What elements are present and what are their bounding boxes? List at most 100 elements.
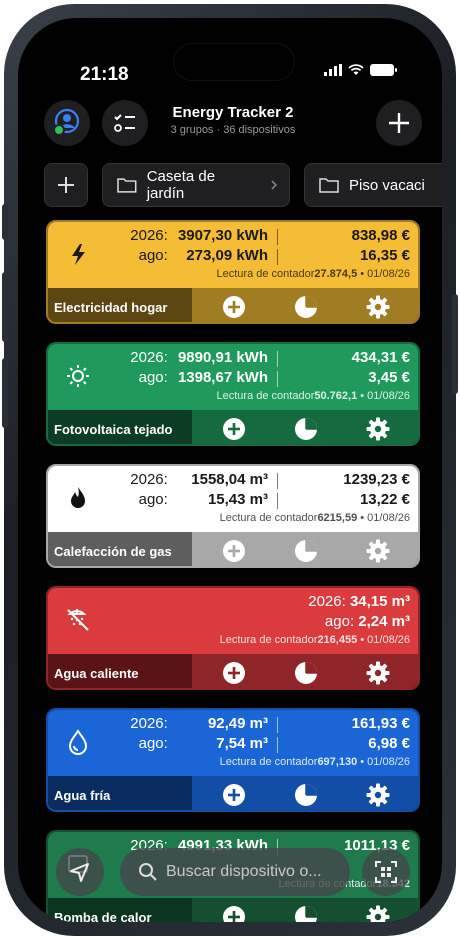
month-label: ago: — [324, 613, 355, 630]
month-consumption: 2,24 m³ — [358, 613, 410, 630]
month-consumption: 273,09 kWh — [186, 247, 268, 264]
add-reading-icon[interactable] — [222, 539, 246, 563]
shower-icon — [67, 609, 89, 631]
add-device-button[interactable] — [376, 100, 422, 146]
meter-value: 50.762,1 — [314, 390, 358, 402]
app-header: Energy Tracker 2 3 grupos · 36 dispositi… — [18, 92, 442, 152]
status-icons — [324, 64, 397, 76]
year-cost: 838,98 € — [351, 227, 410, 244]
device-card[interactable]: 2026: 1558,04 m³ 1239,23 € ago: 15,43 m³ 13… — [46, 464, 420, 568]
pie-chart-icon[interactable] — [294, 661, 318, 685]
year-consumption: 34,15 m³ — [349, 593, 410, 610]
checklist-button[interactable] — [102, 100, 148, 146]
gear-icon[interactable] — [366, 417, 390, 441]
meter-label: Lectura de contador — [219, 512, 318, 524]
meter-date: • 01/08/26 — [357, 512, 410, 524]
add-group-button[interactable] — [44, 163, 88, 207]
year-row: 2026: 34,15 m³ — [308, 593, 410, 610]
device-card[interactable]: 2026: 92,49 m³ 161,93 € ago: 7,54 m³ 6,98 €… — [46, 708, 420, 812]
group-pill-piso[interactable]: Piso vacaci — [304, 163, 442, 207]
card-summary: 2026: 1558,04 m³ 1239,23 € ago: 15,43 m³ 13… — [48, 466, 418, 532]
device-name: Fotovoltaica tejado — [48, 410, 192, 444]
card-summary: 2026: 92,49 m³ 161,93 € ago: 7,54 m³ 6,98 €… — [48, 710, 418, 776]
year-label: 2026: — [130, 227, 168, 244]
device-card[interactable]: 2026: 34,15 m³ ago: 2,24 m³ Lectura de con… — [46, 586, 420, 690]
gear-icon[interactable] — [366, 661, 390, 685]
meter-value: 216,455 — [317, 634, 358, 646]
device-name: Calefacción de gas — [48, 532, 192, 566]
year-row: 2026: 92,49 m³ — [130, 715, 268, 732]
qr-scan-button[interactable] — [362, 848, 410, 896]
year-cost: 161,93 € — [351, 715, 410, 732]
card-actions: Electricidad hogar — [48, 288, 418, 322]
year-row: 2026: 3907,30 kWh — [130, 227, 268, 244]
sun-icon — [67, 365, 89, 387]
location-button[interactable] — [56, 848, 104, 896]
card-actions: Agua fría — [48, 776, 418, 810]
lightning-icon — [72, 244, 85, 265]
year-cost: 434,31 € — [351, 349, 410, 366]
group-pill-caseta[interactable]: Caseta de jardín — [102, 163, 290, 207]
value-separator — [277, 351, 278, 367]
month-label: ago: — [138, 369, 168, 386]
pie-chart-icon[interactable] — [294, 539, 318, 563]
account-button[interactable] — [44, 100, 90, 146]
add-reading-icon[interactable] — [222, 905, 246, 922]
volume-up-button — [2, 272, 8, 342]
meter-reading: Lectura de contador50.762,1 • 01/08/26 — [217, 390, 410, 402]
month-row: ago: 273,09 kWh — [139, 247, 268, 264]
account-icon — [53, 108, 80, 136]
pie-chart-icon[interactable] — [294, 905, 318, 922]
gear-icon[interactable] — [366, 539, 390, 563]
search-field[interactable]: Buscar dispositivo o... — [120, 848, 350, 896]
app-screen: 21:18 Energy Tracker 2 3 grupos · 36 dis… — [18, 18, 442, 922]
add-reading-icon[interactable] — [222, 295, 246, 319]
year-label: 2026: — [308, 593, 346, 610]
value-separator — [277, 229, 278, 245]
device-name: Agua caliente — [48, 654, 192, 688]
meter-label: Lectura de contador — [219, 634, 318, 646]
location-arrow-icon — [70, 863, 89, 882]
plus-icon — [58, 177, 74, 193]
power-button — [452, 294, 458, 394]
card-summary: 2026: 3907,30 kWh 838,98 € ago: 273,09 kWh… — [48, 222, 418, 288]
pie-chart-icon[interactable] — [294, 783, 318, 807]
month-label: ago: — [138, 491, 168, 508]
meter-label: Lectura de contador — [216, 390, 315, 402]
bottom-toolbar: Buscar dispositivo o... — [18, 844, 442, 904]
month-cost: 3,45 € — [368, 369, 410, 386]
year-consumption: 92,49 m³ — [207, 715, 268, 732]
gear-icon[interactable] — [366, 295, 390, 319]
card-actions: Calefacción de gas — [48, 532, 418, 566]
pie-chart-icon[interactable] — [294, 417, 318, 441]
gear-icon[interactable] — [366, 783, 390, 807]
month-cost: 16,35 € — [359, 247, 410, 264]
meter-label: Lectura de contador — [216, 268, 315, 280]
meter-value: 697,130 — [317, 756, 358, 768]
device-card[interactable]: 2026: 9890,91 kWh 434,31 € ago: 1398,67 kW… — [46, 342, 420, 446]
chevron-right-icon — [271, 180, 278, 190]
meter-reading: Lectura de contador216,455 • 01/08/26 — [220, 634, 410, 646]
app-subtitle: 3 grupos · 36 dispositivos — [170, 124, 296, 136]
card-actions: Fotovoltaica tejado — [48, 410, 418, 444]
value-separator — [277, 473, 278, 489]
card-summary: 2026: 9890,91 kWh 434,31 € ago: 1398,67 kW… — [48, 344, 418, 410]
mute-switch — [2, 204, 8, 240]
add-reading-icon[interactable] — [222, 783, 246, 807]
folder-icon — [117, 178, 137, 193]
add-reading-icon[interactable] — [222, 661, 246, 685]
pie-chart-icon[interactable] — [294, 295, 318, 319]
year-cost: 1239,23 € — [343, 471, 410, 488]
group-label: Piso vacaci — [349, 176, 425, 194]
meter-date: • 01/08/26 — [357, 268, 410, 280]
card-actions: Agua caliente — [48, 654, 418, 688]
meter-value: 6215,59 — [317, 512, 358, 524]
value-separator — [277, 249, 278, 265]
year-row: 2026: 9890,91 kWh — [130, 349, 268, 366]
add-reading-icon[interactable] — [222, 417, 246, 441]
qr-scan-icon — [375, 861, 397, 883]
device-card[interactable]: 2026: 3907,30 kWh 838,98 € ago: 273,09 kWh… — [46, 220, 420, 324]
gear-icon[interactable] — [366, 905, 390, 922]
app-title: Energy Tracker 2 — [172, 104, 294, 121]
month-cost: 6,98 € — [368, 735, 410, 752]
